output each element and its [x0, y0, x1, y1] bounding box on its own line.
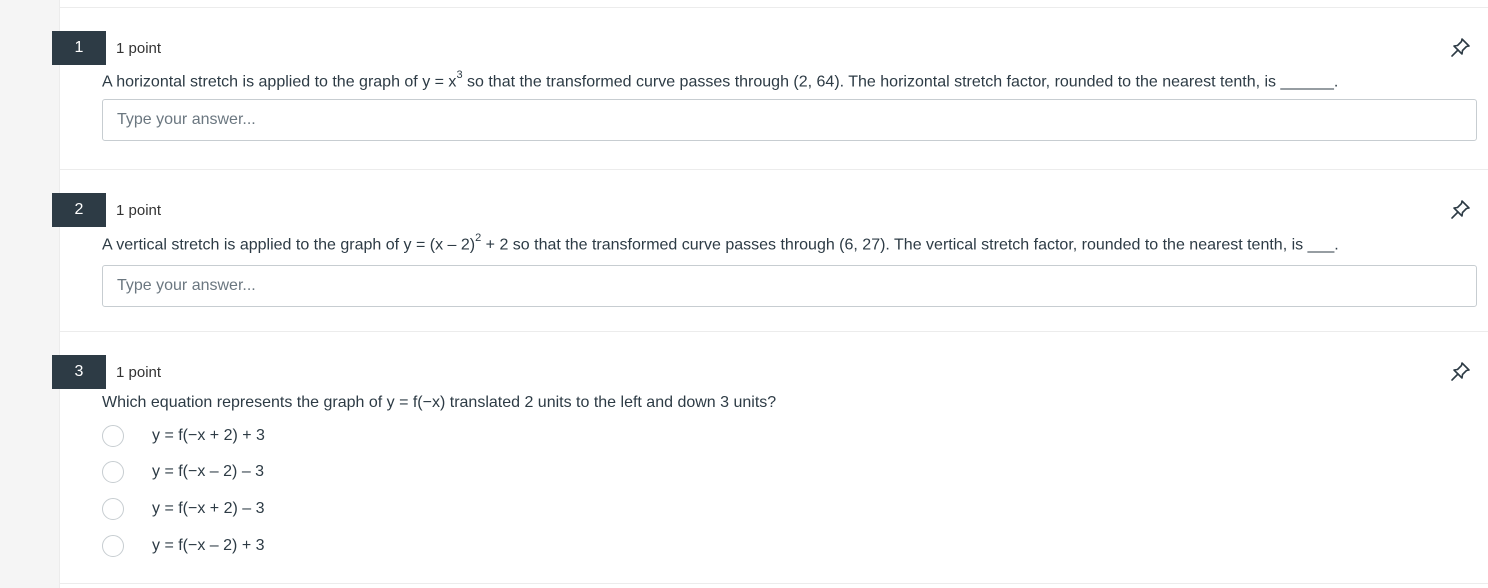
pin-icon[interactable] — [1448, 198, 1472, 222]
option-label: y = f(−x – 2) + 3 — [152, 537, 265, 554]
question-points: 1 point — [116, 40, 162, 57]
radio-button[interactable] — [102, 461, 124, 483]
divider — [60, 331, 1488, 332]
divider — [60, 7, 1488, 8]
question-3: 3 1 point Which equation represents the … — [52, 355, 1488, 575]
question-2: 2 1 point A vertical stretch is applied … — [52, 193, 1488, 313]
left-gutter — [0, 0, 60, 588]
question-number: 2 — [52, 193, 106, 227]
exponent: 3 — [456, 69, 463, 81]
question-text-part: A horizontal stretch is applied to the g… — [102, 73, 457, 91]
question-points: 1 point — [116, 364, 162, 381]
answer-option[interactable]: y = f(−x + 2) + 3 — [102, 424, 265, 448]
exponent: 2 — [475, 232, 482, 244]
pin-icon[interactable] — [1448, 36, 1472, 60]
question-1: 1 1 point A horizontal stretch is applie… — [52, 31, 1488, 151]
answer-option[interactable]: y = f(−x – 2) – 3 — [102, 460, 264, 484]
question-text-part: A vertical stretch is applied to the gra… — [102, 236, 476, 254]
answer-input[interactable] — [102, 99, 1477, 141]
question-text-part: so that the transformed curve passes thr… — [462, 73, 1339, 91]
divider — [60, 583, 1488, 584]
option-label: y = f(−x + 2) + 3 — [152, 427, 265, 444]
pin-icon[interactable] — [1448, 360, 1472, 384]
answer-input[interactable] — [102, 265, 1477, 307]
question-text: A horizontal stretch is applied to the g… — [102, 69, 1339, 91]
option-label: y = f(−x + 2) – 3 — [152, 500, 265, 517]
divider — [60, 169, 1488, 170]
question-points: 1 point — [116, 202, 162, 219]
option-label: y = f(−x – 2) – 3 — [152, 463, 265, 480]
radio-button[interactable] — [102, 498, 124, 520]
question-text: Which equation represents the graph of y… — [102, 394, 777, 411]
answer-option[interactable]: y = f(−x – 2) + 3 — [102, 534, 265, 558]
radio-button[interactable] — [102, 535, 124, 557]
question-text: A vertical stretch is applied to the gra… — [102, 232, 1339, 254]
question-text-part: + 2 so that the transformed curve passes… — [481, 236, 1339, 254]
answer-option[interactable]: y = f(−x + 2) – 3 — [102, 497, 265, 521]
question-number: 3 — [52, 355, 106, 389]
radio-button[interactable] — [102, 425, 124, 447]
question-number: 1 — [52, 31, 106, 65]
